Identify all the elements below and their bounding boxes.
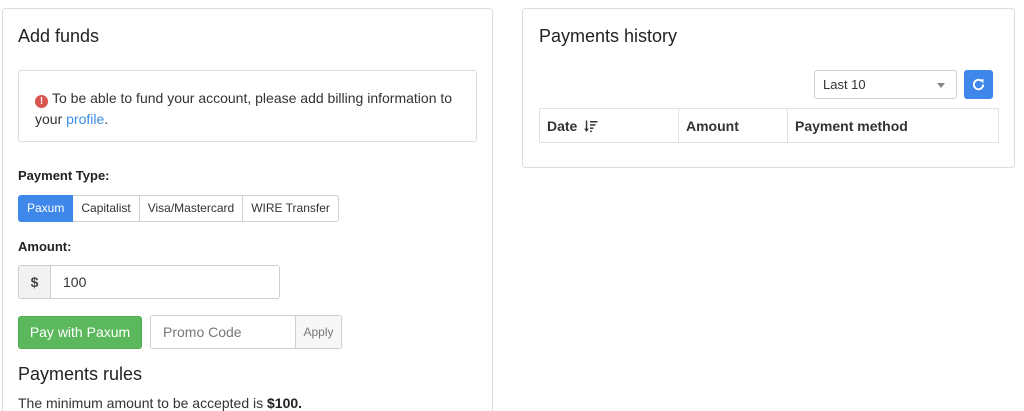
- payments-history-panel: Payments history Last 10 Date Amount Pay…: [522, 8, 1015, 168]
- refresh-button[interactable]: [964, 70, 993, 99]
- profile-link[interactable]: profile: [66, 111, 104, 127]
- refresh-icon: [972, 78, 985, 91]
- payment-type-label: Payment Type:: [18, 168, 110, 183]
- payments-history-table: Date Amount Payment method: [539, 108, 999, 143]
- column-date-label: Date: [547, 117, 578, 134]
- promo-code-group: Apply: [150, 315, 342, 349]
- dollar-addon: $: [19, 266, 51, 298]
- amount-input[interactable]: [51, 266, 279, 298]
- add-funds-panel: Add funds ! To be able to fund your accou…: [2, 8, 493, 411]
- promo-code-input[interactable]: [151, 316, 295, 348]
- payment-type-wire-transfer[interactable]: WIRE Transfer: [243, 195, 339, 222]
- column-date[interactable]: Date: [539, 108, 679, 143]
- column-amount[interactable]: Amount: [678, 108, 788, 143]
- exclamation-circle-icon: !: [35, 95, 48, 108]
- amount-input-group: $: [18, 265, 280, 299]
- rules-text-start: The minimum amount to be accepted is: [18, 395, 264, 411]
- caret-down-icon: [937, 83, 945, 88]
- payment-type-capitalist[interactable]: Capitalist: [73, 195, 140, 222]
- sort-desc-icon: [584, 120, 598, 132]
- pay-with-paxum-button[interactable]: Pay with Paxum: [18, 316, 142, 349]
- payment-type-paxum[interactable]: Paxum: [18, 195, 74, 222]
- table-header-row: Date Amount Payment method: [539, 108, 999, 143]
- billing-alert: ! To be able to fund your account, please…: [18, 70, 477, 142]
- add-funds-title: Add funds: [18, 26, 100, 46]
- payment-type-visa-mastercard[interactable]: Visa/Mastercard: [139, 195, 244, 222]
- payments-history-title: Payments history: [539, 26, 678, 46]
- amount-label: Amount:: [18, 239, 72, 254]
- filter-selected-value: Last 10: [823, 77, 866, 92]
- column-payment-method[interactable]: Payment method: [787, 108, 999, 143]
- apply-button[interactable]: Apply: [295, 316, 341, 348]
- payments-rules-text: The minimum amount to be accepted is $10…: [18, 395, 302, 411]
- payments-rules-title: Payments rules: [18, 364, 143, 384]
- payment-type-group: Paxum Capitalist Visa/Mastercard WIRE Tr…: [18, 195, 339, 222]
- rules-min-amount: $100.: [267, 395, 303, 411]
- history-filter-select[interactable]: Last 10: [814, 70, 957, 99]
- alert-text-end: .: [104, 111, 109, 127]
